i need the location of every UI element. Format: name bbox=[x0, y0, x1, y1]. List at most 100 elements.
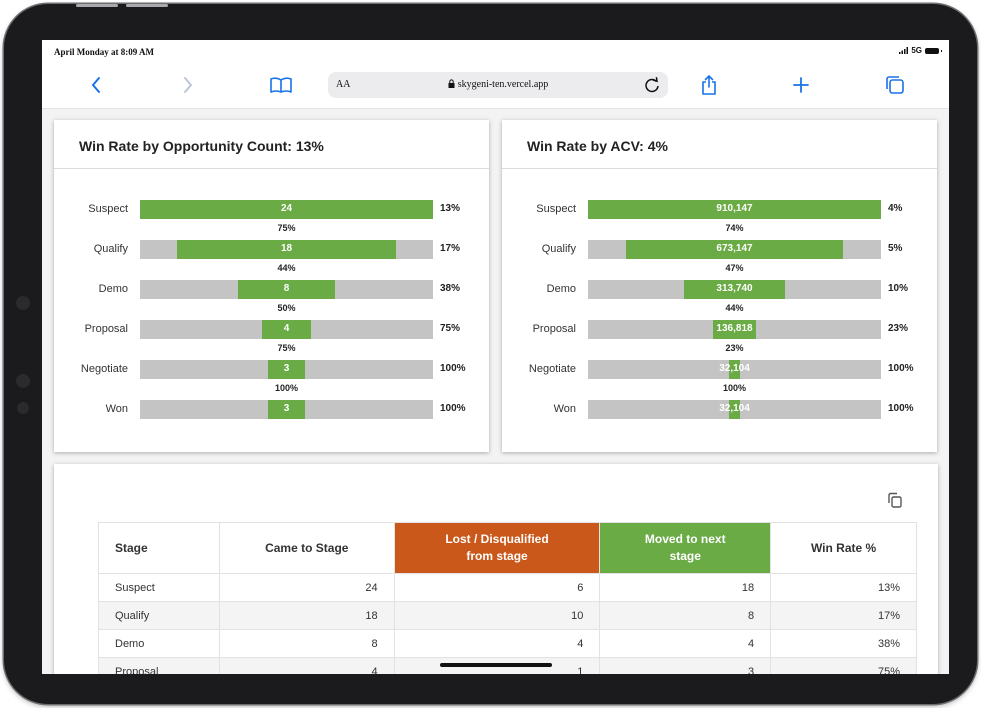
col-header-moved-line1: Moved to next bbox=[644, 532, 726, 546]
funnel-stage-label: Won bbox=[105, 403, 128, 415]
table-row: Qualify 18 10 8 17% bbox=[98, 601, 917, 630]
funnel-win-rate: 75% bbox=[440, 323, 461, 334]
funnel-bar[interactable]: 3 bbox=[140, 360, 433, 379]
win-rate-cell: 13% bbox=[770, 573, 917, 602]
funnel-bar-value: 910,147 bbox=[716, 203, 753, 214]
stage-table: Stage Came to Stage Lost / Disqualified f… bbox=[98, 522, 917, 674]
tabs-overview-button[interactable] bbox=[880, 70, 910, 100]
stage-cell: Suspect bbox=[98, 573, 220, 602]
reload-button[interactable] bbox=[642, 75, 662, 100]
signal-icon bbox=[899, 47, 909, 54]
funnel-win-rate: 100% bbox=[440, 403, 466, 414]
funnel-conversion-rate: 23% bbox=[725, 343, 744, 353]
bookmarks-icon bbox=[270, 77, 292, 93]
funnel-bar[interactable]: 32,104 bbox=[588, 360, 881, 379]
acv-chart-title: Win Rate by ACV: 4% bbox=[527, 138, 668, 154]
funnel-stage-label: Proposal bbox=[84, 323, 128, 335]
funnel-bar[interactable]: 24 bbox=[140, 200, 433, 219]
moved-cell: 3 bbox=[599, 657, 772, 674]
forward-icon bbox=[184, 77, 193, 93]
funnel-bar[interactable]: 910,147 bbox=[588, 200, 881, 219]
lost-cell: 6 bbox=[393, 573, 601, 602]
lost-cell: 4 bbox=[393, 629, 601, 658]
funnel-bar[interactable]: 3 bbox=[140, 400, 433, 419]
funnel-bar-value: 18 bbox=[280, 243, 293, 254]
funnel-bar-value: 8 bbox=[283, 283, 290, 294]
tabs-icon bbox=[886, 76, 904, 94]
address-bar[interactable]: AA skygeni-ten.vercel.app bbox=[328, 72, 668, 98]
copy-button[interactable] bbox=[887, 492, 903, 514]
funnel-stage-label: Negotiate bbox=[80, 363, 128, 375]
funnel-conversion-rate: 100% bbox=[722, 383, 747, 393]
funnel-bar[interactable]: 32,104 bbox=[588, 400, 881, 419]
back-icon bbox=[91, 77, 100, 93]
funnel-win-rate: 100% bbox=[888, 403, 914, 414]
funnel-conversion-rate: 100% bbox=[274, 383, 299, 393]
funnel-bar-value: 24 bbox=[280, 203, 293, 214]
funnel-win-rate: 5% bbox=[888, 243, 903, 254]
browser-toolbar: AA skygeni-ten.vercel.app bbox=[42, 62, 949, 109]
funnel-conversion-rate: 50% bbox=[277, 303, 296, 313]
funnel-stage-label: Suspect bbox=[88, 203, 128, 215]
funnel-bar[interactable]: 136,818 bbox=[588, 320, 881, 339]
col-header-came: Came to Stage bbox=[218, 522, 395, 574]
funnel-bar-value: 3 bbox=[283, 403, 290, 414]
funnel-bar-value: 136,818 bbox=[716, 323, 753, 334]
funnel-bar[interactable]: 673,147 bbox=[588, 240, 881, 259]
funnel-conversion-rate: 44% bbox=[725, 303, 744, 313]
lost-cell: 10 bbox=[393, 601, 601, 630]
col-header-moved: Moved to next stage bbox=[599, 522, 772, 574]
funnel-bar[interactable]: 8 bbox=[140, 280, 433, 299]
url-text: skygeni-ten.vercel.app bbox=[457, 79, 549, 90]
home-indicator[interactable] bbox=[440, 663, 552, 667]
funnel-stage-label: Qualify bbox=[93, 243, 128, 255]
moved-cell: 18 bbox=[599, 573, 772, 602]
funnel-bar-value: 32,104 bbox=[719, 403, 750, 414]
camera-dot bbox=[17, 402, 29, 414]
funnel-win-rate: 38% bbox=[440, 283, 461, 294]
funnel-stage-label: Negotiate bbox=[528, 363, 576, 375]
count-chart-title: Win Rate by Opportunity Count: 13% bbox=[79, 138, 324, 154]
ipad-frame: April Monday at 8:09 AM 5G AA skygeni-te… bbox=[4, 4, 977, 704]
funnel-stage-label: Demo bbox=[98, 283, 128, 295]
share-button[interactable] bbox=[694, 70, 724, 100]
bookmarks-button[interactable] bbox=[266, 70, 296, 100]
funnel-bar[interactable]: 4 bbox=[140, 320, 433, 339]
funnel-bar[interactable]: 313,740 bbox=[588, 280, 881, 299]
funnel-win-rate: 100% bbox=[440, 363, 466, 374]
funnel-win-rate: 10% bbox=[888, 283, 909, 294]
funnel-bar-value: 4 bbox=[283, 323, 290, 334]
status-time: April Monday at 8:09 AM bbox=[54, 47, 154, 57]
funnel-bar-value: 673,147 bbox=[716, 243, 753, 254]
col-header-win-rate: Win Rate % bbox=[770, 522, 917, 574]
table-row: Demo 8 4 4 38% bbox=[98, 629, 917, 658]
funnel-stage-label: Qualify bbox=[541, 243, 576, 255]
funnel-win-rate: 13% bbox=[440, 203, 461, 214]
funnel-conversion-rate: 74% bbox=[725, 223, 744, 233]
funnel-bar-value: 32,104 bbox=[719, 363, 750, 374]
win-rate-cell: 17% bbox=[770, 601, 917, 630]
stage-cell: Demo bbox=[98, 629, 220, 658]
col-header-lost: Lost / Disqualified from stage bbox=[393, 522, 601, 574]
stage-cell: Proposal bbox=[98, 657, 220, 674]
win-rate-cell: 38% bbox=[770, 629, 917, 658]
forward-button[interactable] bbox=[173, 70, 203, 100]
back-button[interactable] bbox=[81, 70, 111, 100]
funnel-bar[interactable]: 18 bbox=[140, 240, 433, 259]
funnel-stage-label: Demo bbox=[546, 283, 576, 295]
funnel-stage-label: Suspect bbox=[536, 203, 576, 215]
acv-funnel-card: Win Rate by ACV: 4% Suspect 910,147 4% 74% Q… bbox=[502, 120, 937, 452]
table-header-row: Stage Came to Stage Lost / Disqualified f… bbox=[98, 522, 917, 574]
funnel-conversion-rate: 47% bbox=[725, 263, 744, 273]
col-header-lost-line1: Lost / Disqualified bbox=[445, 532, 549, 546]
funnel-conversion-rate: 75% bbox=[277, 223, 296, 233]
status-bar: April Monday at 8:09 AM 5G bbox=[42, 40, 949, 62]
came-cell: 8 bbox=[218, 629, 395, 658]
table-body: Suspect 24 6 18 13% Qualify 18 10 8 17% Demo 8 4 4 38%… bbox=[98, 573, 917, 674]
col-header-moved-line2: stage bbox=[669, 549, 701, 563]
came-cell: 4 bbox=[218, 657, 395, 674]
came-cell: 18 bbox=[218, 601, 395, 630]
new-tab-button[interactable] bbox=[786, 70, 816, 100]
funnel-win-rate: 4% bbox=[888, 203, 903, 214]
moved-cell: 8 bbox=[599, 601, 772, 630]
